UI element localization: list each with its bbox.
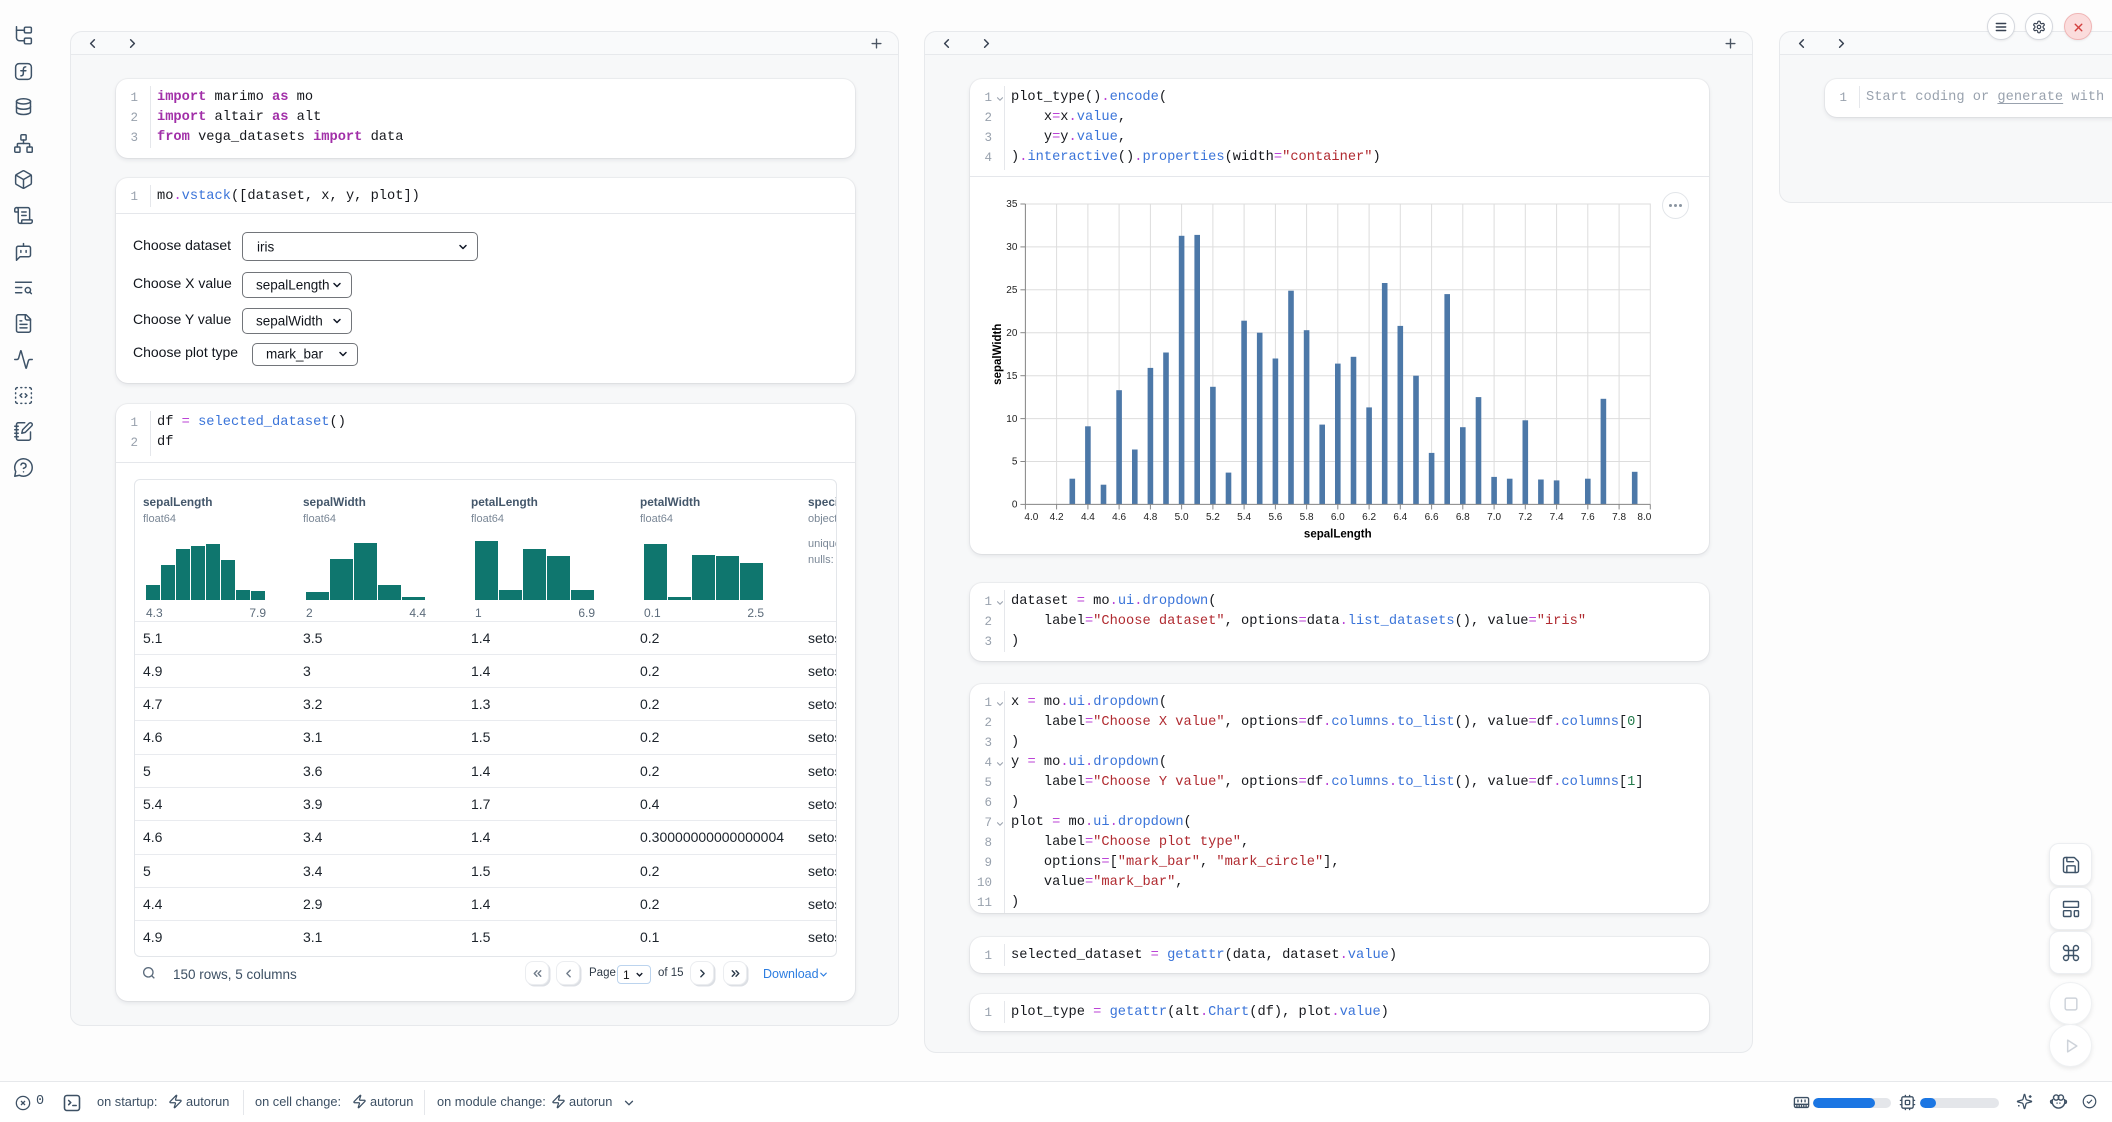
svg-text:6.2: 6.2 [1362, 512, 1376, 523]
svg-text:6.8: 6.8 [1456, 512, 1470, 523]
svg-text:0: 0 [1012, 500, 1018, 511]
svg-text:5.4: 5.4 [1237, 512, 1251, 523]
svg-text:10: 10 [1006, 414, 1018, 425]
svg-text:6.6: 6.6 [1425, 512, 1439, 523]
svg-text:4.2: 4.2 [1050, 512, 1064, 523]
svg-text:7.6: 7.6 [1581, 512, 1595, 523]
svg-text:sepalLength: sepalLength [1304, 528, 1372, 540]
svg-text:30: 30 [1006, 242, 1018, 253]
svg-text:5.6: 5.6 [1268, 512, 1282, 523]
svg-text:5.2: 5.2 [1206, 512, 1220, 523]
svg-text:7.0: 7.0 [1487, 512, 1501, 523]
svg-text:4.6: 4.6 [1112, 512, 1126, 523]
svg-text:7.2: 7.2 [1518, 512, 1532, 523]
svg-text:5.8: 5.8 [1300, 512, 1314, 523]
svg-text:5.0: 5.0 [1175, 512, 1189, 523]
svg-text:5: 5 [1012, 457, 1018, 468]
svg-text:25: 25 [1006, 285, 1018, 296]
svg-text:4.8: 4.8 [1143, 512, 1157, 523]
svg-text:sepalWidth: sepalWidth [992, 324, 1004, 385]
svg-text:4.4: 4.4 [1081, 512, 1095, 523]
svg-text:4.0: 4.0 [1024, 512, 1038, 523]
svg-text:6.4: 6.4 [1393, 512, 1407, 523]
svg-text:35: 35 [1006, 199, 1018, 210]
svg-text:20: 20 [1006, 328, 1018, 339]
svg-text:15: 15 [1006, 371, 1018, 382]
svg-text:8.0: 8.0 [1637, 512, 1651, 523]
svg-text:6.0: 6.0 [1331, 512, 1345, 523]
svg-text:7.4: 7.4 [1550, 512, 1564, 523]
svg-text:7.8: 7.8 [1612, 512, 1626, 523]
